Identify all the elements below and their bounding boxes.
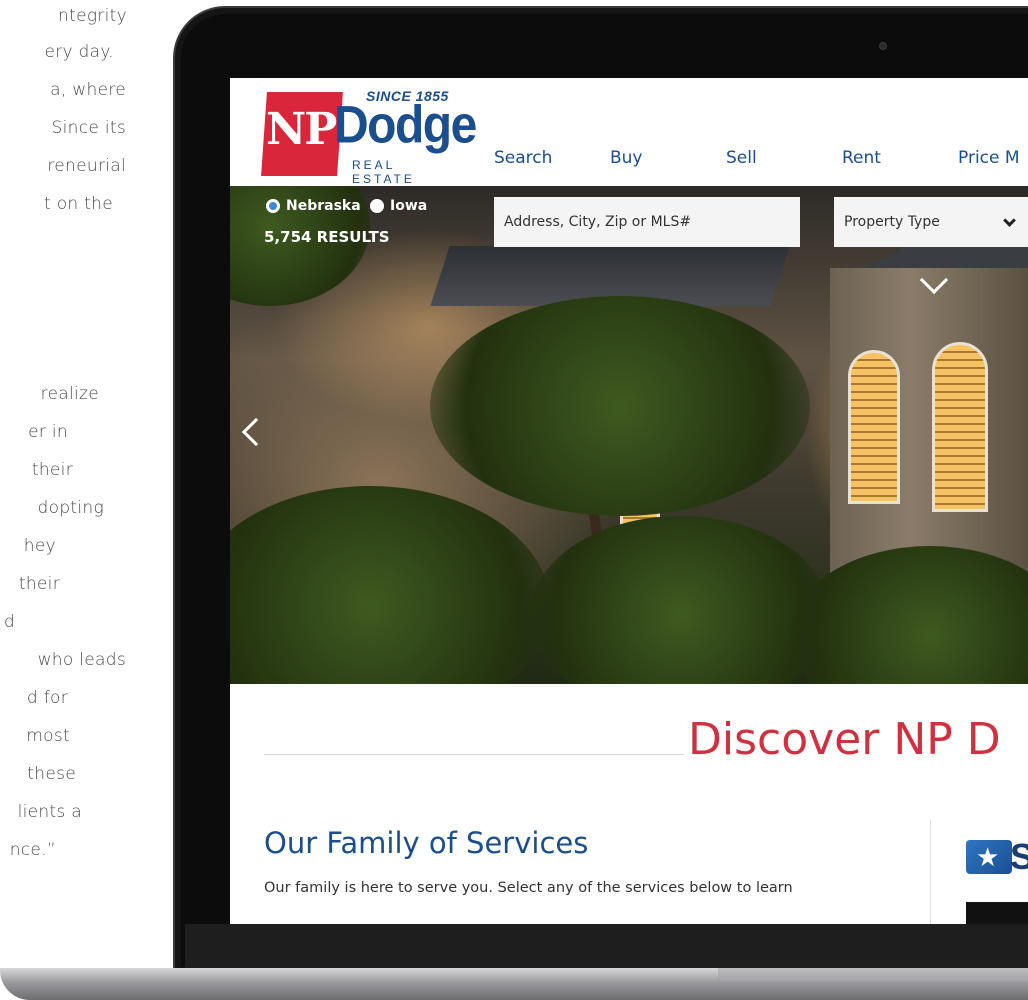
search-input[interactable]: [494, 197, 800, 247]
article-line: ery day.: [44, 42, 114, 62]
logo-subtitle: REAL ESTATE: [352, 158, 415, 186]
star-icon: ★: [966, 840, 1012, 874]
laptop-screen: NP SINCE 1855 Dodge REAL ESTATE Search B…: [230, 78, 1028, 924]
article-line: ntegrity: [58, 6, 127, 26]
article-line: most: [26, 726, 70, 746]
article-line: Since its: [51, 118, 126, 138]
laptop-base-highlight: [718, 968, 1028, 980]
services-description: Our family is here to serve you. Select …: [264, 880, 793, 896]
article-line: these: [27, 764, 76, 784]
article-line: their: [18, 574, 60, 594]
property-type-label: Property Type: [844, 214, 940, 230]
column-divider: [930, 820, 931, 924]
partner-banner: [966, 902, 1028, 924]
nav-item-buy[interactable]: Buy: [610, 148, 726, 168]
chevron-down-icon: [1003, 213, 1016, 227]
nav-item-search[interactable]: Search: [494, 148, 610, 168]
article-line: t on the: [44, 194, 113, 214]
property-type-select[interactable]: Property Type: [834, 197, 1028, 247]
site-header: NP SINCE 1855 Dodge REAL ESTATE Search B…: [230, 78, 1028, 186]
article-line: who leads: [37, 650, 126, 670]
article-line: dopting: [37, 498, 104, 518]
hero-slideshow: Nebraska Iowa 5,754 RESULTS Property Typ…: [230, 186, 1028, 684]
main-nav: Search Buy Sell Rent Price M: [494, 148, 1028, 168]
camera-icon: [879, 42, 887, 50]
search-bar: Nebraska Iowa 5,754 RESULTS Property Typ…: [230, 186, 1028, 262]
radio-nebraska[interactable]: Nebraska: [266, 198, 361, 214]
article-line: er in: [28, 422, 68, 442]
hero-window: [848, 350, 900, 504]
article-line: a, where: [50, 80, 126, 100]
laptop-chin: [185, 924, 1028, 968]
nav-item-price[interactable]: Price M: [958, 148, 1028, 168]
discover-heading: Discover NP D: [688, 714, 1001, 765]
article-line: their: [31, 460, 73, 480]
hero-shrub: [790, 546, 1028, 684]
article-line: hey: [23, 536, 56, 556]
results-count: 5,754 RESULTS: [264, 228, 390, 246]
services-title: Our Family of Services: [264, 826, 589, 860]
article-text-column: ntegrity ery day. a, where Since its ren…: [0, 0, 160, 1000]
article-line: d for: [26, 688, 68, 708]
hero-shrub: [230, 486, 550, 684]
radio-iowa[interactable]: Iowa: [370, 198, 427, 214]
partner-logo-letter: S: [1010, 836, 1028, 877]
hero-shrub: [530, 516, 830, 684]
logo-dodge-text: Dodge: [334, 96, 477, 155]
logo-np-text: NP: [266, 104, 337, 155]
article-line: lients a: [17, 802, 82, 822]
radio-label: Nebraska: [286, 198, 361, 214]
article-line: nce.”: [9, 840, 56, 860]
np-dodge-logo[interactable]: NP SINCE 1855 Dodge REAL ESTATE: [261, 88, 477, 186]
section-divider: [264, 754, 684, 755]
hero-tree: [430, 296, 810, 516]
nav-item-sell[interactable]: Sell: [726, 148, 842, 168]
radio-label: Iowa: [390, 198, 428, 214]
nav-item-rent[interactable]: Rent: [842, 148, 958, 168]
radio-unselected-icon: [370, 199, 384, 213]
article-line: d: [3, 612, 15, 632]
hero-window: [932, 342, 988, 512]
article-line: reneurial: [47, 156, 126, 176]
partner-logo[interactable]: ★ S: [966, 836, 1028, 877]
radio-selected-icon: [266, 199, 280, 213]
main-content: Discover NP D Our Family of Services Our…: [230, 684, 1028, 924]
article-line: realize: [40, 384, 99, 404]
chevron-left-icon[interactable]: [241, 417, 271, 447]
